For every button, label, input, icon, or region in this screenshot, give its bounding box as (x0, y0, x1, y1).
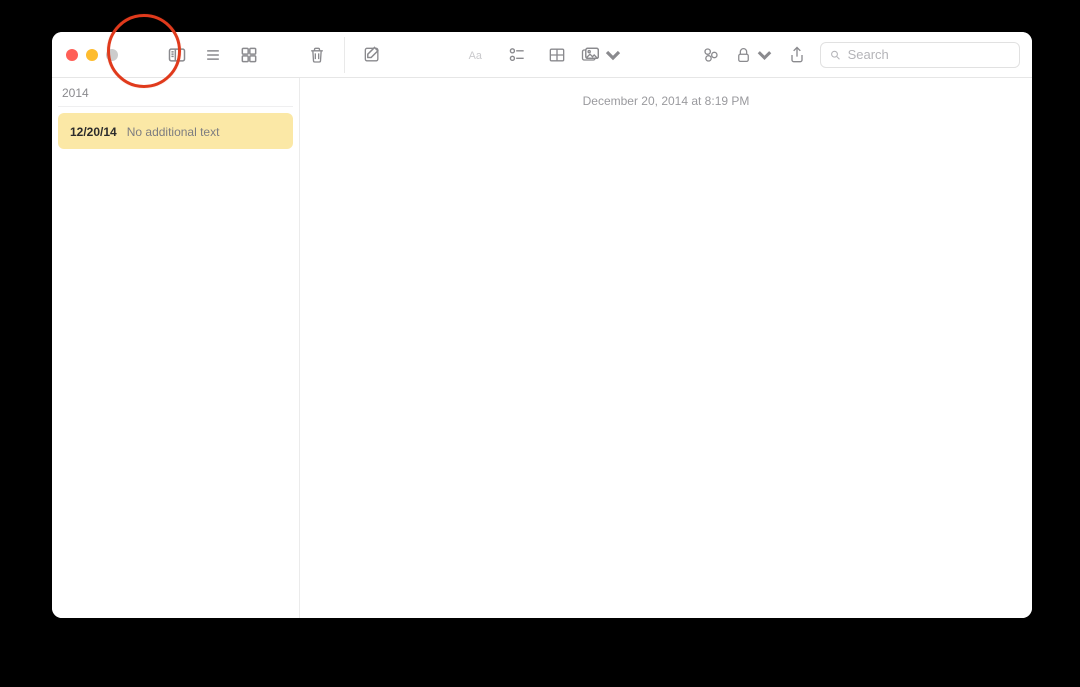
note-list-item[interactable]: 12/20/14 No additional text (58, 113, 293, 149)
lock-button[interactable] (734, 40, 774, 70)
delete-note-button[interactable] (300, 40, 334, 70)
list-icon (203, 45, 223, 65)
collaborate-button[interactable] (694, 40, 728, 70)
trash-icon (307, 45, 327, 65)
svg-text:Aa: Aa (468, 50, 482, 62)
table-icon (547, 45, 567, 65)
compose-icon (362, 45, 382, 65)
gallery-view-button[interactable] (232, 40, 266, 70)
note-date: 12/20/14 (70, 125, 117, 139)
table-button[interactable] (540, 40, 574, 70)
chevron-down-icon (755, 45, 774, 65)
checklist-icon (507, 45, 527, 65)
photo-icon (580, 45, 600, 65)
titlebar: Aa (52, 32, 1032, 78)
window-controls (66, 49, 118, 61)
search-icon (829, 48, 842, 62)
text-format-icon: Aa (467, 45, 487, 65)
toggle-sidebar-button[interactable] (160, 40, 194, 70)
close-window-button[interactable] (66, 49, 78, 61)
media-button[interactable] (580, 40, 624, 70)
maximize-window-button[interactable] (106, 49, 118, 61)
section-header: 2014 (58, 82, 293, 107)
notes-sidebar: 2014 12/20/14 No additional text (52, 78, 300, 618)
format-button[interactable]: Aa (460, 40, 494, 70)
grid-icon (239, 45, 259, 65)
checklist-button[interactable] (500, 40, 534, 70)
new-note-button[interactable] (355, 40, 389, 70)
content-area: 2014 12/20/14 No additional text Decembe… (52, 78, 1032, 618)
lock-icon (734, 45, 753, 65)
note-editor[interactable]: December 20, 2014 at 8:19 PM (300, 78, 1032, 618)
note-timestamp: December 20, 2014 at 8:19 PM (320, 94, 1012, 108)
notes-window: Aa (52, 32, 1032, 618)
share-icon (787, 45, 807, 65)
minimize-window-button[interactable] (86, 49, 98, 61)
sidebar-icon (167, 45, 187, 65)
list-view-button[interactable] (200, 40, 226, 70)
chevron-down-icon (603, 45, 623, 65)
share-button[interactable] (780, 40, 814, 70)
link-icon (701, 45, 721, 65)
search-field[interactable] (820, 42, 1020, 68)
search-input[interactable] (848, 47, 1011, 62)
note-subtitle: No additional text (127, 125, 220, 139)
